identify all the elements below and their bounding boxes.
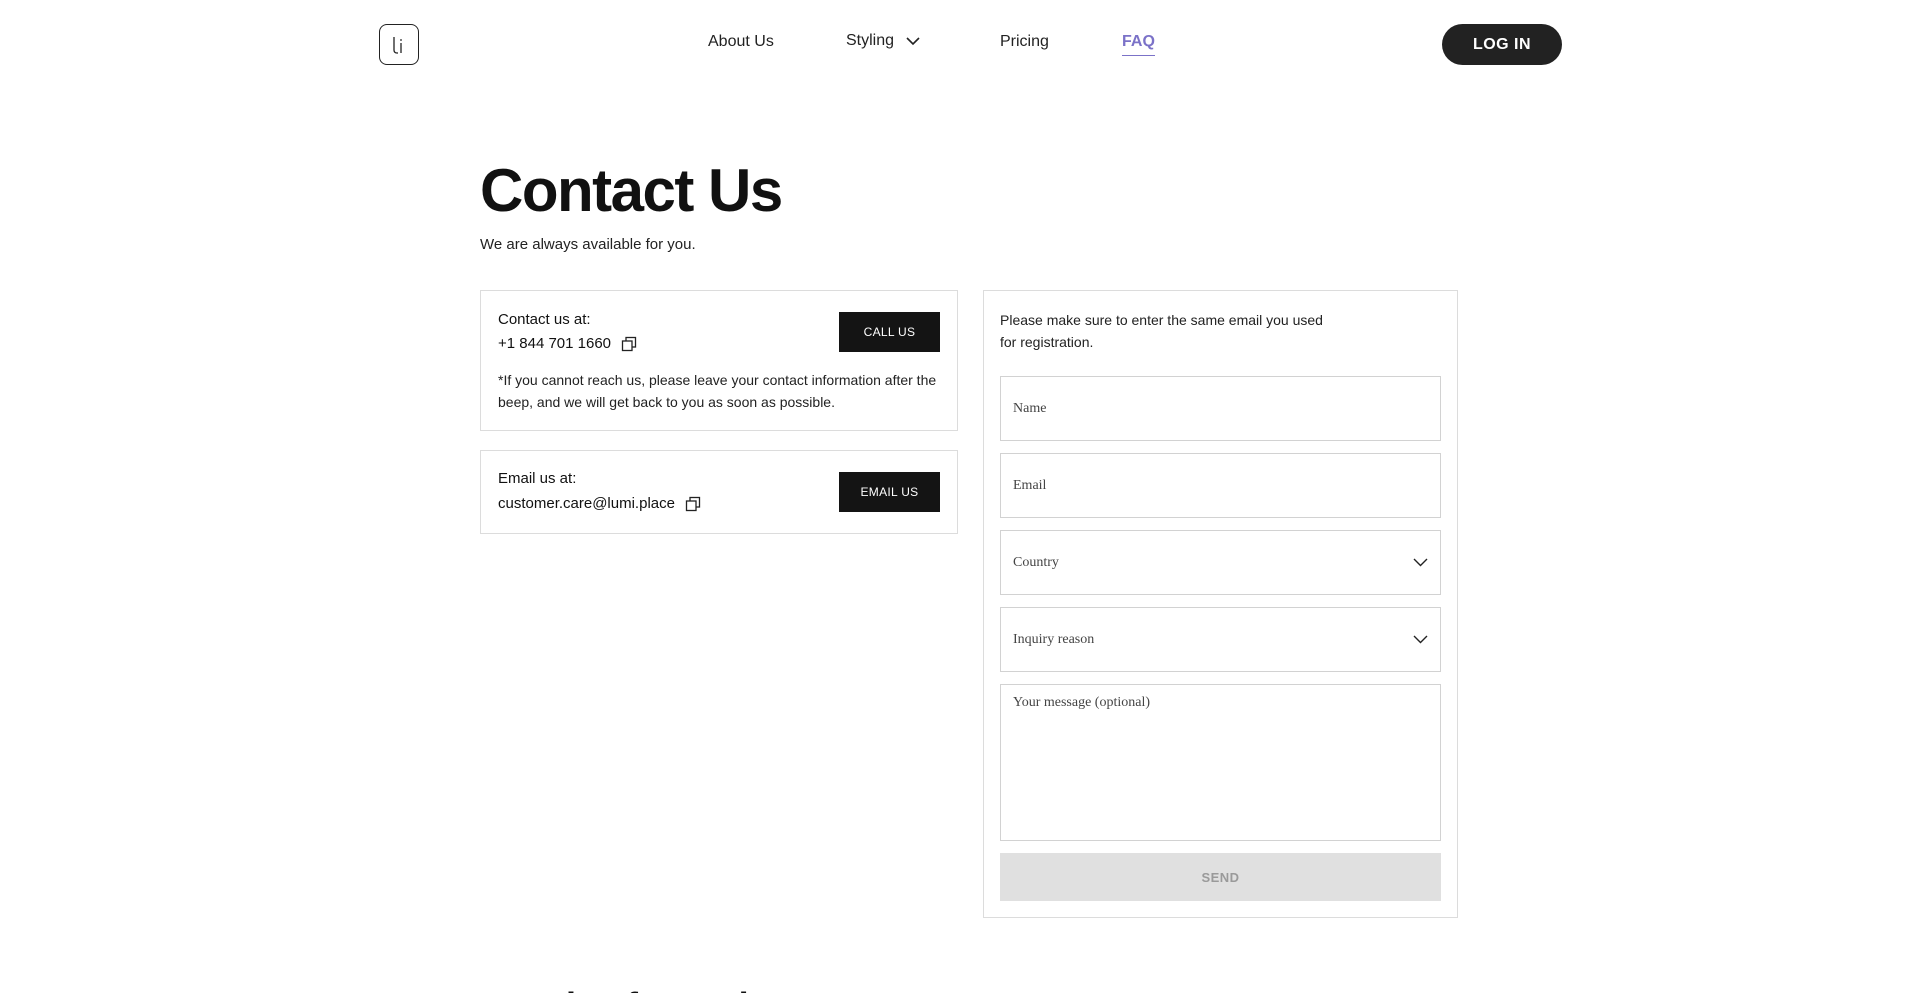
login-button[interactable]: LOG IN [1442, 24, 1562, 65]
nav-styling-label: Styling [846, 32, 895, 49]
inquiry-reason-label: Inquiry reason [1013, 631, 1095, 647]
email-input[interactable] [1001, 454, 1440, 517]
name-field [1000, 376, 1441, 441]
copy-icon[interactable] [685, 496, 701, 512]
phone-contact-card: Contact us at: +1 844 701 1660 *If you c… [480, 290, 958, 431]
nav-styling[interactable]: Styling [846, 32, 920, 50]
nav-about-us[interactable]: About Us [708, 33, 774, 51]
country-select-label: Country [1013, 554, 1059, 570]
email-field [1000, 453, 1441, 518]
copy-icon[interactable] [621, 336, 637, 352]
nav-pricing[interactable]: Pricing [1000, 33, 1049, 51]
phone-note: *If you cannot reach us, please leave yo… [498, 372, 937, 410]
email-address: customer.care@lumi.place [498, 495, 675, 512]
form-note: Please make sure to enter the same email… [1000, 312, 1323, 350]
page-title: Contact Us [480, 157, 783, 224]
phone-number: +1 844 701 1660 [498, 335, 612, 352]
country-select[interactable]: Country [1000, 530, 1441, 595]
inquiry-reason-select[interactable]: Inquiry reason [1000, 607, 1441, 672]
logo[interactable] [379, 24, 419, 65]
email-value-row: customer.care@lumi.place [498, 495, 701, 512]
contact-form: Please make sure to enter the same email… [983, 290, 1458, 918]
page-subtitle: We are always available for you. [480, 236, 696, 253]
faq-heading: People often ask [480, 985, 759, 993]
phone-label: Contact us at: [498, 311, 591, 328]
nav-faq[interactable]: FAQ [1122, 33, 1155, 56]
name-input[interactable] [1001, 377, 1440, 440]
call-us-button[interactable]: CALL US [839, 312, 940, 352]
chevron-down-icon [1413, 558, 1428, 567]
email-contact-card: Email us at: customer.care@lumi.place EM… [480, 450, 958, 534]
lumi-logo-icon [393, 36, 402, 54]
email-us-button[interactable]: EMAIL US [839, 472, 940, 512]
email-label: Email us at: [498, 470, 577, 487]
chevron-down-icon [906, 36, 920, 45]
message-textarea[interactable] [1001, 685, 1440, 840]
phone-value-row: +1 844 701 1660 [498, 335, 637, 352]
site-header: About Us Styling Pricing FAQ LOG IN [0, 0, 1920, 88]
chevron-down-icon [1413, 635, 1428, 644]
message-field [1000, 684, 1441, 841]
send-button[interactable]: SEND [1000, 853, 1441, 901]
